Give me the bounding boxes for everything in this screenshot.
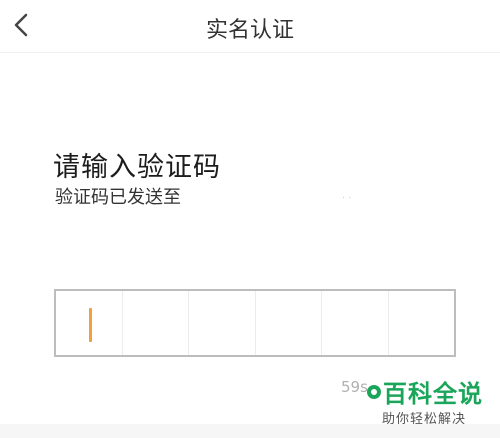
watermark-brand-row: 百科全说 — [366, 374, 483, 409]
code-sent-text: 验证码已发送至 — [55, 187, 181, 208]
verification-heading: 请输入验证码 — [53, 152, 221, 183]
bottom-strip — [0, 424, 500, 438]
masked-phone-number: . . — [342, 190, 352, 201]
code-digit-6[interactable] — [389, 291, 455, 355]
text-caret — [89, 308, 92, 342]
code-digit-1[interactable] — [56, 291, 123, 355]
resend-countdown: 59s — [341, 378, 368, 396]
code-digit-4[interactable] — [256, 291, 322, 355]
brand-logo-icon — [367, 384, 381, 399]
watermark-brand: 百科全说 — [383, 380, 483, 408]
code-digit-2[interactable] — [123, 291, 189, 355]
verification-code-input[interactable] — [54, 289, 456, 357]
top-bar: 实名认证 — [0, 0, 500, 53]
code-digit-3[interactable] — [189, 291, 256, 355]
baike-watermark: 百科全说 助你轻松解决 — [366, 374, 494, 430]
page-title: 实名认证 — [205, 18, 294, 43]
code-digit-5[interactable] — [322, 291, 389, 355]
